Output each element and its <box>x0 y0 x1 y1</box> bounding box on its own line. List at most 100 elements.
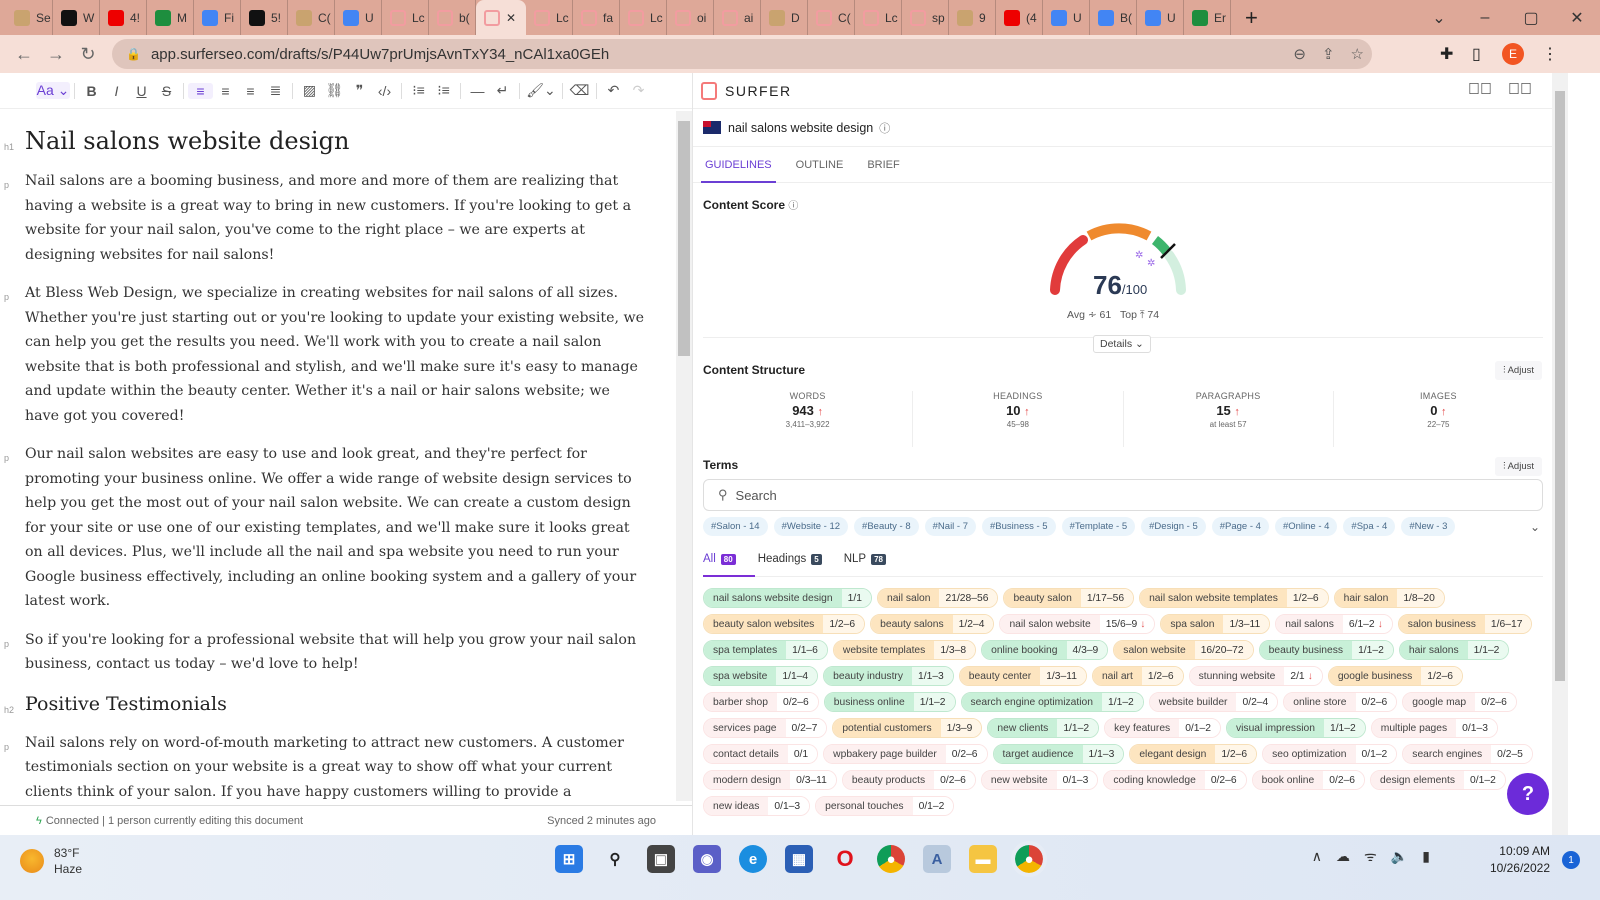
term-chip[interactable]: spa salon 1/3–11 <box>1160 614 1271 634</box>
weather-widget[interactable]: 83°F Haze <box>20 845 82 877</box>
browser-tab[interactable]: 5! <box>241 0 288 35</box>
browser-tab[interactable]: sp <box>902 0 949 35</box>
paragraph[interactable]: p Nail salons are a booming business, and… <box>0 169 676 267</box>
term-chip[interactable]: beauty salon websites 1/2–6 <box>703 614 866 634</box>
tab-brief[interactable]: BRIEF <box>867 159 899 171</box>
term-chip[interactable]: nail salon website templates 1/2–6 <box>1139 588 1329 608</box>
details-button[interactable]: Details ⌄ <box>1093 335 1151 353</box>
term-chip[interactable]: coding knowledge 0/2–6 <box>1103 770 1247 790</box>
browser-tab[interactable]: Se <box>6 0 53 35</box>
browser-tab[interactable]: U <box>335 0 382 35</box>
extensions-icon[interactable]: ✚ <box>1440 35 1453 73</box>
term-chip[interactable]: beauty center 1/3–11 <box>958 666 1087 686</box>
term-chip[interactable]: nail salon website 15/6–9 ↓ <box>999 614 1156 634</box>
term-chip[interactable]: online store 0/2–6 <box>1283 692 1398 712</box>
share-icon[interactable]: ⇪ <box>1322 45 1335 63</box>
heading-h1[interactable]: h1 Nail salons website design <box>0 127 676 155</box>
hashtag-chip[interactable]: #Template - 5 <box>1061 517 1136 536</box>
undo-icon[interactable]: ↶ <box>601 82 626 99</box>
line-break-icon[interactable]: ↵ <box>490 82 515 99</box>
term-chip[interactable]: stunning website 2/1 ↓ <box>1188 666 1323 686</box>
image-icon[interactable]: ▨ <box>297 82 322 99</box>
term-chip[interactable]: google business 1/2–6 <box>1327 666 1464 686</box>
search-icon[interactable]: ⚲ <box>601 845 629 873</box>
hashtag-chip[interactable]: #Page - 4 <box>1211 517 1269 536</box>
term-chip[interactable]: beauty salon 1/17–56 <box>1003 588 1135 608</box>
browser-tab[interactable]: (4 <box>996 0 1043 35</box>
block-text[interactable]: Nail salons website design <box>25 127 349 155</box>
term-chip[interactable]: barber shop 0/2–6 <box>703 692 819 712</box>
redo-icon[interactable]: ↷ <box>626 82 651 99</box>
paragraph[interactable]: p Nail salons rely on word-of-mouth marke… <box>0 731 676 802</box>
term-chip[interactable]: elegant design 1/2–6 <box>1129 744 1258 764</box>
terms-tab-headings[interactable]: Headings 5 <box>758 553 822 565</box>
maximize-button[interactable]: ▢ <box>1508 8 1554 28</box>
term-chip[interactable]: spa templates 1/1–6 <box>703 640 828 660</box>
block-text[interactable]: So if you're looking for a professional … <box>25 632 636 673</box>
browser-tab[interactable]: Fi <box>194 0 241 35</box>
adjust-structure-button[interactable]: ⫶ Adjust <box>1495 361 1542 380</box>
term-chip[interactable]: spa website 1/1–4 <box>703 666 819 686</box>
browser-tab[interactable]: C( <box>808 0 855 35</box>
paragraph[interactable]: p At Bless Web Design, we specialize in c… <box>0 281 676 428</box>
adjust-terms-button[interactable]: ⫶ Adjust <box>1495 457 1542 476</box>
browser-tab[interactable]: 4! <box>100 0 147 35</box>
term-chip[interactable]: beauty business 1/1–2 <box>1258 640 1394 660</box>
hashtag-chip[interactable]: #Salon - 14 <box>703 517 768 536</box>
quote-icon[interactable]: ❞ <box>347 82 372 99</box>
reload-button[interactable]: ↻ <box>72 44 104 65</box>
browser-tab[interactable]: Lc <box>620 0 667 35</box>
term-chip[interactable]: design elements 0/1–2 <box>1370 770 1506 790</box>
hashtag-chip[interactable]: #Online - 4 <box>1274 517 1338 536</box>
term-chip[interactable]: modern design 0/3–11 <box>703 770 837 790</box>
new-tab-button[interactable]: + <box>1245 5 1258 31</box>
heading-h2[interactable]: h2 Positive Testimonials <box>0 691 676 717</box>
block-text[interactable]: At Bless Web Design, we specialize in cr… <box>25 285 644 424</box>
scrollbar-thumb[interactable] <box>1555 91 1565 681</box>
browser-tab[interactable]: C( <box>288 0 335 35</box>
browser-tab[interactable]: oi <box>667 0 714 35</box>
underline-button[interactable]: U <box>129 83 154 99</box>
block-text[interactable]: Nail salons are a booming business, and … <box>25 173 631 263</box>
term-chip[interactable]: beauty salons 1/2–4 <box>870 614 995 634</box>
font-style-dropdown[interactable]: Aa ⌄ <box>36 82 70 99</box>
volume-icon[interactable]: 🔈 <box>1391 848 1408 865</box>
forward-button[interactable]: → <box>40 44 72 65</box>
term-chip[interactable]: hair salons 1/1–2 <box>1398 640 1510 660</box>
term-chip[interactable]: book online 0/2–6 <box>1251 770 1366 790</box>
term-chip[interactable]: nail salons website design 1/1 <box>703 588 872 608</box>
term-chip[interactable]: website builder 0/2–4 <box>1148 692 1279 712</box>
term-chip[interactable]: website templates 1/3–8 <box>832 640 977 660</box>
onedrive-cloud-icon[interactable]: ☁ <box>1336 848 1350 865</box>
hashtag-chip[interactable]: #Website - 12 <box>773 517 849 536</box>
hashtag-chip[interactable]: #Nail - 7 <box>924 517 977 536</box>
browser-tab[interactable]: 9 <box>949 0 996 35</box>
term-chip[interactable]: multiple pages 0/1–3 <box>1370 718 1498 738</box>
back-button[interactable]: ← <box>8 44 40 65</box>
microsoft-store-icon[interactable]: ▦ <box>785 845 813 873</box>
term-chip[interactable]: target audience 1/1–3 <box>992 744 1125 764</box>
close-window-button[interactable]: ✕ <box>1554 8 1600 28</box>
tab-guidelines[interactable]: GUIDELINES <box>701 159 776 183</box>
term-chip[interactable]: contact details 0/1 <box>703 744 819 764</box>
highlight-brush-icon[interactable]: 🖌⌄ <box>524 82 558 99</box>
term-chip[interactable]: beauty products 0/2–6 <box>841 770 976 790</box>
term-chip[interactable]: visual impression 1/1–2 <box>1225 718 1366 738</box>
clear-format-eraser-icon[interactable]: ⌫ <box>567 82 592 99</box>
wifi-icon[interactable]: ᯤ <box>1364 847 1377 866</box>
editor-scrollbar[interactable] <box>676 111 692 801</box>
term-chip[interactable]: business online 1/1–2 <box>823 692 956 712</box>
tab-outline[interactable]: OUTLINE <box>796 159 844 171</box>
term-chip[interactable]: personal touches 0/1–2 <box>815 796 955 816</box>
paragraph[interactable]: p So if you're looking for a professional… <box>0 628 676 677</box>
hashtag-chip[interactable]: #New - 3 <box>1401 517 1456 536</box>
strikethrough-button[interactable]: S <box>154 83 179 99</box>
align-right-icon[interactable]: ≡ <box>238 83 263 99</box>
check-circle-icon[interactable]: ✓⃝ <box>1468 81 1492 99</box>
term-chip[interactable]: search engines 0/2–5 <box>1402 744 1533 764</box>
term-chip[interactable]: google map 0/2–6 <box>1402 692 1517 712</box>
bullet-list-icon[interactable]: ⁝≡ <box>431 82 456 99</box>
info-icon[interactable]: ⓘ <box>879 120 890 136</box>
show-hidden-icons-chevron[interactable]: ∧ <box>1312 848 1322 865</box>
hashtag-chip[interactable]: #Spa - 4 <box>1343 517 1396 536</box>
